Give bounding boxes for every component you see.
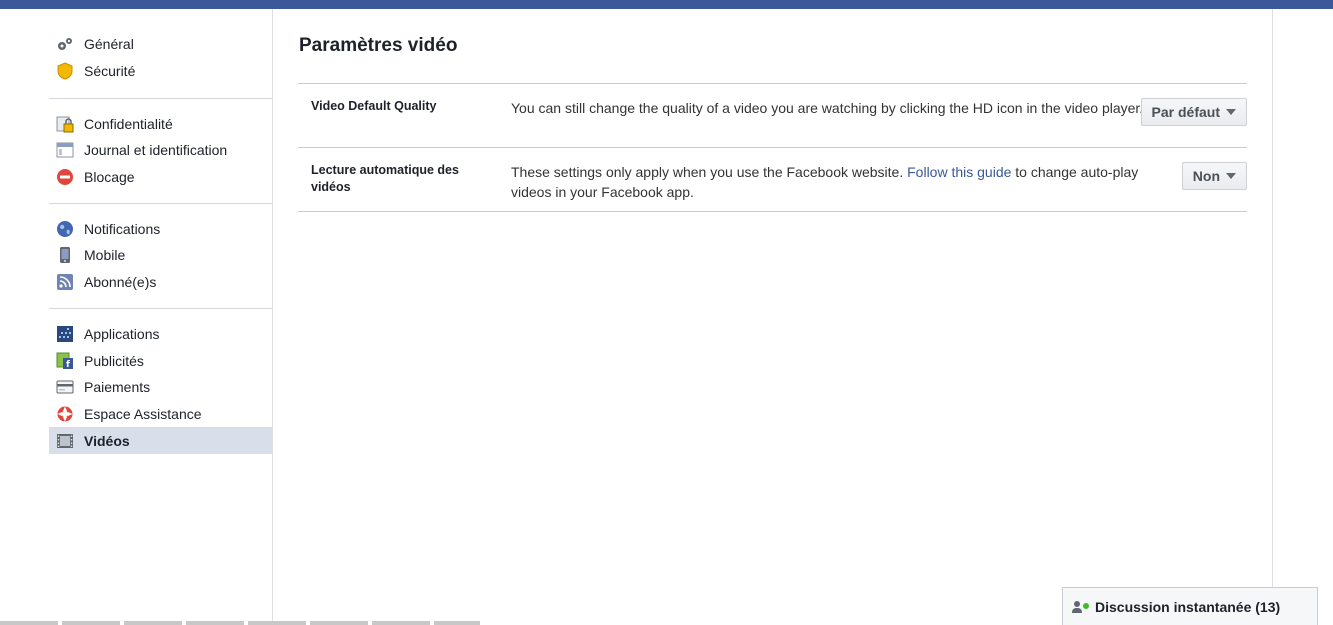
sidebar-item-apps[interactable]: Applications	[49, 320, 272, 347]
ads-icon: f	[56, 352, 74, 370]
description-text: These settings only apply when you use t…	[511, 164, 908, 180]
sidebar-item-label: Publicités	[84, 352, 144, 369]
setting-description: You can still change the quality of a vi…	[511, 100, 1144, 116]
sidebar-divider	[49, 98, 272, 99]
sidebar-item-privacy[interactable]: Confidentialité	[49, 110, 272, 137]
setting-description: These settings only apply when you use t…	[511, 162, 1151, 202]
sidebar-item-label: Applications	[84, 325, 160, 342]
sidebar-item-blocking[interactable]: Blocage	[49, 163, 272, 190]
main-content: Paramètres vidéo Video Default Quality Y…	[273, 9, 1272, 625]
sidebar-item-notifications[interactable]: Notifications	[49, 215, 272, 242]
top-blue-bar	[0, 0, 1333, 9]
sidebar-item-timeline[interactable]: Journal et identification	[49, 136, 272, 163]
sidebar-item-payments[interactable]: Paiements	[49, 373, 272, 400]
sidebar-item-label: Journal et identification	[84, 141, 228, 158]
lifebuoy-icon	[56, 405, 74, 423]
journal-icon	[56, 141, 74, 159]
sidebar-divider	[49, 203, 272, 204]
chat-label: Discussion instantanée (13)	[1095, 598, 1281, 615]
settings-table: Video Default Quality You can still chan…	[298, 83, 1247, 212]
caret-down-icon	[1226, 173, 1236, 179]
dropdown-value: Par défaut	[1151, 104, 1220, 120]
setting-label: Lecture automatique des vidéos	[311, 163, 459, 194]
lock-icon	[56, 115, 74, 133]
setting-row-default-quality: Video Default Quality You can still chan…	[298, 84, 1247, 148]
sidebar-item-label: Confidentialité	[84, 115, 173, 132]
sidebar-divider	[49, 308, 272, 309]
card-icon	[56, 378, 74, 396]
taskbar-strip	[0, 621, 480, 625]
globe-icon	[56, 220, 74, 238]
sidebar-item-general[interactable]: Général	[49, 30, 272, 57]
autoplay-dropdown[interactable]: Non	[1181, 162, 1247, 190]
block-icon	[56, 168, 74, 186]
chat-friends-icon	[1071, 600, 1091, 614]
shield-icon	[56, 61, 74, 80]
sidebar-item-label: Général	[84, 35, 134, 52]
follow-guide-link[interactable]: Follow this guide	[907, 164, 1011, 180]
sidebar-item-label: Blocage	[84, 168, 135, 185]
dropdown-value: Non	[1192, 168, 1220, 184]
rss-icon	[56, 273, 74, 291]
sidebar-item-security[interactable]: Sécurité	[49, 57, 272, 84]
sidebar-item-mobile[interactable]: Mobile	[49, 241, 272, 268]
sidebar-item-label: Espace Assistance	[84, 405, 202, 422]
sidebar-item-label: Notifications	[84, 220, 161, 237]
sidebar-item-label: Vidéos	[84, 432, 130, 449]
phone-icon	[56, 246, 74, 264]
page-title: Paramètres vidéo	[299, 35, 458, 56]
sidebar-item-label: Abonné(e)s	[84, 273, 157, 290]
sidebar-item-label: Mobile	[84, 246, 126, 263]
setting-label: Video Default Quality	[311, 99, 437, 113]
default-quality-dropdown[interactable]: Par défaut	[1140, 98, 1247, 126]
sidebar-item-ads[interactable]: f Publicités	[49, 347, 272, 374]
apps-icon	[56, 325, 74, 343]
svg-text:f: f	[66, 360, 70, 370]
sidebar-item-followers[interactable]: Abonné(e)s	[49, 268, 272, 295]
setting-row-autoplay: Lecture automatique des vidéos These set…	[298, 148, 1247, 212]
sidebar-item-label: Paiements	[84, 378, 151, 395]
sidebar-item-support[interactable]: Espace Assistance	[49, 400, 272, 427]
caret-down-icon	[1226, 109, 1236, 115]
sidebar-item-label: Sécurité	[84, 62, 136, 79]
page-right-border	[1272, 9, 1273, 625]
sidebar-item-videos[interactable]: Vidéos	[49, 427, 272, 454]
chat-sidebar-tab[interactable]: Discussion instantanée (13)	[1062, 587, 1318, 625]
settings-sidebar: Général Sécurité Confidentialité Journal…	[0, 9, 273, 625]
gears-icon	[56, 35, 74, 53]
film-icon	[56, 432, 74, 450]
